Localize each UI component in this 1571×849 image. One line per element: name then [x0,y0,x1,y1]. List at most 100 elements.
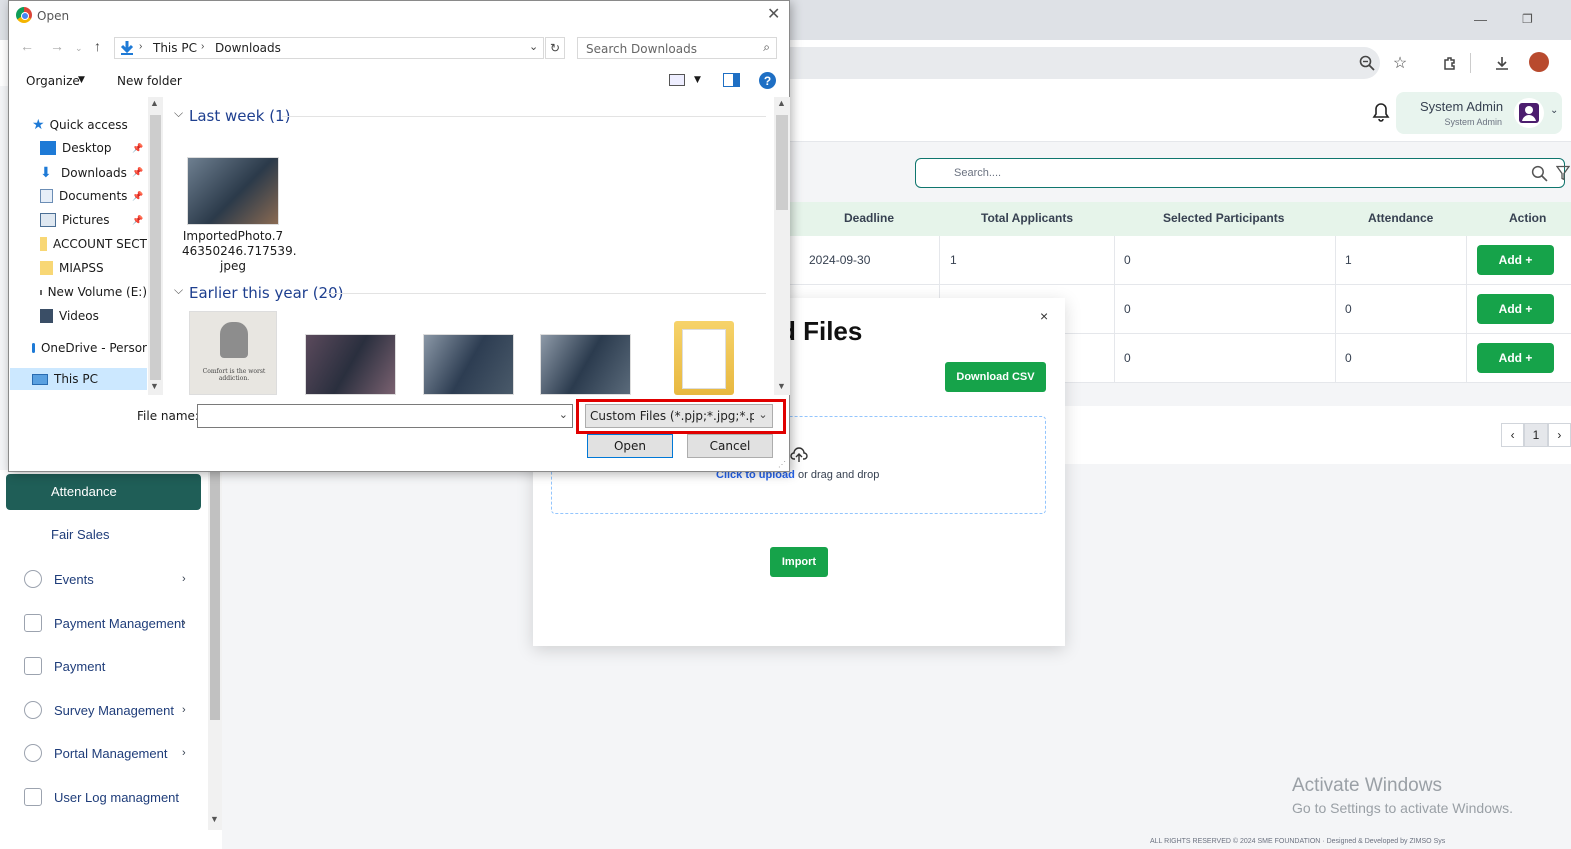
cell-selected: 0 [1124,302,1131,316]
forward-arrow-icon[interactable]: → [50,38,64,54]
footer-text: ALL RIGHTS RESERVED © 2024 SME FOUNDATIO… [1150,838,1446,845]
download-csv-button[interactable]: Download CSV [945,362,1046,392]
bell-icon[interactable] [1372,102,1390,125]
file-name-label: ImportedPhoto.7 46350246.717539. jpeg [182,229,297,274]
sidebar-item-payment-management[interactable]: Payment Management [24,614,185,632]
file-scroll-down-icon[interactable]: ▼ [777,381,786,391]
collapse-chevron-icon[interactable]: ⌵ [174,106,183,121]
nav-label: MIAPSS [59,261,104,275]
import-button[interactable]: Import [770,547,828,577]
sidebar-item-survey-management[interactable]: Survey Management [24,701,174,719]
page-1-button[interactable]: 1 [1524,423,1548,447]
desktop-icon [40,141,56,155]
nav-pane-scroll-thumb[interactable] [150,115,161,380]
organize-button[interactable]: Organize [26,74,80,88]
chevron-right-icon: › [182,573,186,585]
scroll-down-arrow-icon[interactable]: ▼ [210,814,219,824]
refresh-icon[interactable]: ↻ [545,37,565,59]
view-dropdown-icon[interactable]: ▼ [694,75,701,85]
zoom-icon[interactable] [1353,49,1381,77]
file-thumbnail-quote[interactable]: Comfort is the worst addiction. [189,311,277,395]
activate-windows-subtitle: Go to Settings to activate Windows. [1292,800,1513,816]
resize-grip-icon[interactable]: ⋰ [778,460,786,469]
nav-new-volume[interactable]: New Volume (E:) [40,285,147,299]
nav-desktop[interactable]: Desktop [40,141,144,155]
file-name-label: File name: [137,409,199,423]
col-total-applicants: Total Applicants [981,211,1074,225]
recent-locations-icon[interactable]: ⌄ [75,43,83,54]
help-icon[interactable]: ? [759,72,776,89]
sidebar-item-attendance[interactable]: Attendance [6,474,201,510]
extensions-icon[interactable] [1436,49,1464,77]
modal-close-button[interactable]: × [1040,308,1048,324]
restore-button[interactable]: ❐ [1522,12,1533,26]
nav-quick-access[interactable]: ★ Quick access [32,117,128,133]
bookmark-star-icon[interactable]: ☆ [1386,49,1414,77]
sidebar-item-events[interactable]: Events [24,570,94,588]
nav-videos[interactable]: Videos [40,309,144,323]
nav-scroll-down-icon[interactable]: ▼ [150,381,159,391]
sidebar-item-fair-sales[interactable]: Fair Sales [51,527,110,542]
address-dropdown-icon[interactable]: ⌄ [529,40,538,53]
dialog-close-icon[interactable]: ✕ [767,4,780,24]
add-button[interactable]: Add + [1477,343,1554,373]
preview-pane-icon[interactable] [723,73,740,87]
file-name-dropdown-icon[interactable]: ⌄ [559,408,568,421]
cell-attendance: 0 [1345,302,1352,316]
payment-icon [24,614,42,632]
file-scroll-up-icon[interactable]: ▲ [777,98,786,108]
file-name-input[interactable]: ⌄ [197,404,573,428]
portal-icon [24,744,42,762]
dialog-address-bar[interactable]: › This PC › Downloads ⌄ [114,37,544,59]
filter-icon[interactable] [1556,165,1570,182]
nav-scroll-up-icon[interactable]: ▲ [150,98,159,108]
onedrive-icon [32,343,35,353]
address-bar[interactable] [790,47,1380,79]
cancel-button[interactable]: Cancel [687,434,773,458]
breadcrumb-this-pc[interactable]: This PC [153,41,197,55]
nav-label: OneDrive - Persor [40,341,147,355]
sidebar-scroll-thumb[interactable] [210,470,220,720]
file-thumbnail-photo[interactable] [187,157,279,225]
nav-this-pc[interactable]: This PC [32,372,147,386]
nav-miapss[interactable]: MIAPSS [40,261,144,275]
nav-pictures[interactable]: Pictures [40,213,144,227]
change-view-icon[interactable] [669,74,685,86]
sidebar-item-label: Events [54,571,94,587]
add-button[interactable]: Add + [1477,245,1554,275]
prev-page-button[interactable]: ‹ [1501,423,1525,447]
up-arrow-icon[interactable]: ↑ [94,38,101,54]
file-thumbnail-photo[interactable] [423,334,514,395]
search-input[interactable]: Search.... [915,158,1570,188]
group-last-week[interactable]: Last week (1) [189,107,290,125]
downloads-arrow-icon [120,41,134,55]
sidebar-item-portal-management[interactable]: Portal Management [24,744,167,762]
download-icon[interactable] [1488,49,1516,77]
user-menu[interactable]: System Admin System Admin ⌄ [1396,92,1562,134]
group-earlier-this-year[interactable]: Earlier this year (20) [189,284,344,302]
back-arrow-icon[interactable]: ← [20,38,34,54]
survey-icon [24,701,42,719]
file-thumbnail-photo[interactable] [540,334,631,395]
nav-account-sect[interactable]: ACCOUNT SECT [40,237,147,251]
nav-documents[interactable]: Documents [40,189,144,203]
sidebar-item-payment[interactable]: Payment [24,657,105,675]
search-icon[interactable] [1531,165,1548,182]
nav-downloads[interactable]: ⬇ Downloads [40,165,144,181]
file-thumbnail-photo[interactable] [305,334,396,395]
sidebar-item-label: Fair Sales [51,527,110,542]
user-avatar-icon [1514,98,1544,128]
next-page-button[interactable]: › [1547,423,1571,447]
file-list-scroll-thumb[interactable] [776,115,788,210]
collapse-chevron-icon[interactable]: ⌵ [174,283,183,298]
profile-avatar[interactable] [1529,52,1549,72]
open-button[interactable]: Open [587,434,673,458]
breadcrumb-downloads[interactable]: Downloads [215,41,281,55]
new-folder-button[interactable]: New folder [117,74,182,88]
add-button[interactable]: Add + [1477,294,1554,324]
folder-thumbnail-icon[interactable] [674,321,734,395]
minimize-button[interactable]: — [1474,12,1487,27]
dialog-search-input[interactable]: Search Downloads ⌕ [577,37,777,59]
sidebar-item-user-log[interactable]: User Log managment [24,788,179,806]
nav-onedrive[interactable]: OneDrive - Persor [32,341,147,355]
